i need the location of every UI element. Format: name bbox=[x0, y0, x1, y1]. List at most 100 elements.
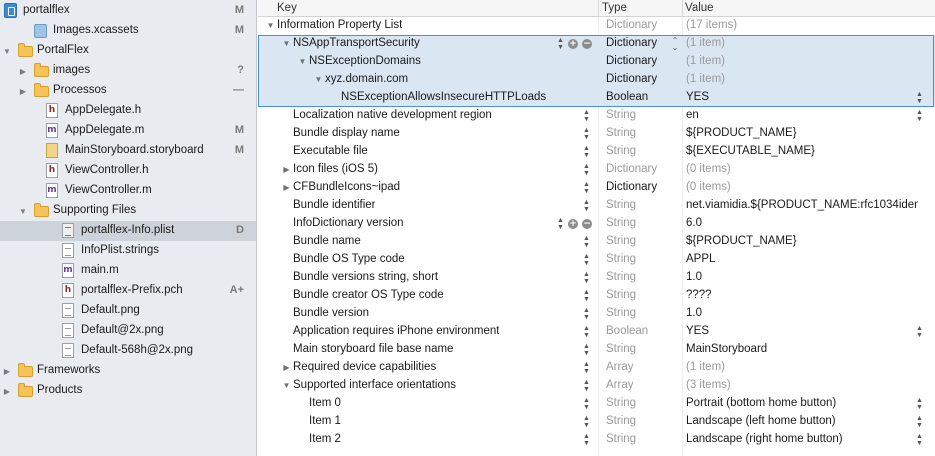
navigator-item[interactable]: ▼ Supporting Files bbox=[0, 201, 256, 221]
navigator-item[interactable]: h AppDelegate.h bbox=[0, 101, 256, 121]
navigator-item[interactable]: m AppDelegate.m M bbox=[0, 121, 256, 141]
plist-type[interactable]: Boolean bbox=[606, 91, 648, 103]
plist-type[interactable]: String bbox=[606, 433, 636, 445]
plist-row[interactable]: InfoDictionary version ▲ ▼ + − String 6.0 bbox=[258, 215, 935, 233]
plist-key[interactable]: Main storyboard file base name bbox=[293, 343, 453, 355]
key-popup-stepper-icon[interactable]: ▲ ▼ bbox=[583, 199, 590, 213]
value-popup-stepper-icon[interactable]: ▲ ▼ bbox=[916, 109, 923, 123]
navigator-item[interactable]: ▶ Products bbox=[0, 381, 256, 401]
key-popup-stepper-icon[interactable]: ▲ ▼ bbox=[557, 217, 564, 231]
key-popup-stepper-icon[interactable]: ▲ ▼ bbox=[583, 379, 590, 393]
plist-key[interactable]: Bundle version bbox=[293, 307, 369, 319]
navigator-item[interactable]: h portalflex-Prefix.pch A+ bbox=[0, 281, 256, 301]
plist-value[interactable]: (0 items) bbox=[686, 163, 918, 175]
navigator-item[interactable]: ▶ Processos — bbox=[0, 81, 256, 101]
plist-value[interactable]: ???? bbox=[686, 289, 918, 301]
plist-row[interactable]: NSExceptionAllowsInsecureHTTPLoads Boolea… bbox=[258, 89, 935, 107]
value-column-header[interactable]: Value bbox=[685, 2, 714, 14]
plist-key[interactable]: Localization native development region bbox=[293, 109, 492, 121]
value-popup-stepper-icon[interactable]: ▲ ▼ bbox=[916, 415, 923, 429]
plist-key[interactable]: Supported interface orientations bbox=[293, 379, 456, 391]
plist-value[interactable]: net.viamidia.${PRODUCT_NAME:rfc1034ident… bbox=[686, 199, 918, 211]
navigator-item[interactable]: InfoPlist.strings bbox=[0, 241, 256, 261]
disclosure-closed-icon[interactable]: ▶ bbox=[18, 86, 28, 96]
key-popup-stepper-icon[interactable]: ▲ ▼ bbox=[583, 163, 590, 177]
plist-key[interactable]: Application requires iPhone environment bbox=[293, 325, 499, 337]
disclosure-open-icon[interactable]: ▼ bbox=[282, 38, 291, 49]
plist-key[interactable]: Required device capabilities bbox=[293, 361, 436, 373]
plist-value[interactable]: 1.0 bbox=[686, 307, 918, 319]
plist-value[interactable]: (17 items) bbox=[686, 19, 918, 31]
plist-key[interactable]: Icon files (iOS 5) bbox=[293, 163, 378, 175]
plist-key[interactable]: InfoDictionary version bbox=[293, 217, 404, 229]
plist-type[interactable]: String bbox=[606, 145, 636, 157]
value-popup-stepper-icon[interactable]: ▲ ▼ bbox=[916, 433, 923, 447]
navigator-item[interactable]: m ViewController.m bbox=[0, 181, 256, 201]
key-column-header[interactable]: Key bbox=[277, 2, 297, 14]
plist-row[interactable]: ▼ NSExceptionDomains Dictionary (1 item) bbox=[258, 53, 935, 71]
plist-type[interactable]: String bbox=[606, 127, 636, 139]
plist-row[interactable]: Bundle identifier ▲ ▼ String net.viamidia.${… bbox=[258, 197, 935, 215]
plist-type[interactable]: Dictionary bbox=[606, 73, 657, 85]
plist-value[interactable]: 1.0 bbox=[686, 271, 918, 283]
type-popup-arrows-icon[interactable]: ⌃ ⌄ bbox=[671, 37, 679, 52]
plist-type[interactable]: String bbox=[606, 199, 636, 211]
navigator-item[interactable]: Default-568h@2x.png bbox=[0, 341, 256, 361]
plist-type[interactable]: Array bbox=[606, 361, 633, 373]
plist-row[interactable]: Bundle OS Type code ▲ ▼ String APPL bbox=[258, 251, 935, 269]
navigator-item[interactable]: m main.m bbox=[0, 261, 256, 281]
add-item-icon[interactable]: + bbox=[568, 219, 578, 229]
plist-value[interactable]: (1 item) bbox=[686, 55, 918, 67]
key-popup-stepper-icon[interactable]: ▲ ▼ bbox=[583, 415, 590, 429]
plist-type[interactable]: String bbox=[606, 415, 636, 427]
key-popup-stepper-icon[interactable]: ▲ ▼ bbox=[583, 253, 590, 267]
plist-type[interactable]: String bbox=[606, 253, 636, 265]
plist-row[interactable]: Bundle creator OS Type code ▲ ▼ String???? bbox=[258, 287, 935, 305]
disclosure-open-icon[interactable]: ▼ bbox=[2, 46, 12, 56]
navigator-item[interactable]: ▶ images? bbox=[0, 61, 256, 81]
disclosure-open-icon[interactable]: ▼ bbox=[314, 74, 323, 85]
plist-row[interactable]: ▼ Information Property List Dictionary (17 … bbox=[258, 17, 935, 35]
value-popup-stepper-icon[interactable]: ▲ ▼ bbox=[916, 397, 923, 411]
navigator-item[interactable]: MainStoryboard.storyboard M bbox=[0, 141, 256, 161]
disclosure-closed-icon[interactable]: ▶ bbox=[282, 182, 291, 193]
disclosure-open-icon[interactable]: ▼ bbox=[266, 20, 275, 31]
key-popup-stepper-icon[interactable]: ▲ ▼ bbox=[583, 289, 590, 303]
plist-type[interactable]: Dictionary bbox=[606, 181, 657, 193]
plist-row[interactable]: Localization native development region ▲ ▼… bbox=[258, 107, 935, 125]
plist-row[interactable]: ▼ Supported interface orientations ▲ ▼ Array… bbox=[258, 377, 935, 395]
key-popup-stepper-icon[interactable]: ▲ ▼ bbox=[583, 271, 590, 285]
column-separator[interactable] bbox=[682, 0, 683, 16]
navigator-item[interactable]: ▶ Frameworks bbox=[0, 361, 256, 381]
plist-row[interactable]: Main storyboard file base name ▲ ▼ String Ma… bbox=[258, 341, 935, 359]
plist-row[interactable]: ▼ xyz.domain.com Dictionary (1 item) bbox=[258, 71, 935, 89]
plist-value[interactable]: (1 item) bbox=[686, 361, 918, 373]
plist-key[interactable]: Information Property List bbox=[277, 19, 402, 31]
plist-value[interactable]: Portrait (bottom home button) bbox=[686, 397, 918, 409]
plist-type[interactable]: Array bbox=[606, 379, 633, 391]
plist-type[interactable]: String bbox=[606, 289, 636, 301]
plist-value[interactable]: ${PRODUCT_NAME} bbox=[686, 127, 918, 139]
navigator-item[interactable]: Images.xcassets M bbox=[0, 21, 256, 41]
plist-key[interactable]: NSAppTransportSecurity bbox=[293, 37, 420, 49]
key-popup-stepper-icon[interactable]: ▲ ▼ bbox=[557, 37, 564, 51]
plist-value[interactable]: (1 item) bbox=[686, 73, 918, 85]
plist-value[interactable]: (0 items) bbox=[686, 181, 918, 193]
type-column-header[interactable]: Type bbox=[602, 2, 627, 14]
plist-value[interactable]: APPL bbox=[686, 253, 918, 265]
plist-row[interactable]: Bundle versions string, short ▲ ▼ String 1.0 bbox=[258, 269, 935, 287]
plist-row[interactable]: Bundle name ▲ ▼ String ${PRODUCT_NAME} bbox=[258, 233, 935, 251]
value-popup-stepper-icon[interactable]: ▲ ▼ bbox=[916, 91, 923, 105]
plist-key[interactable]: NSExceptionAllowsInsecureHTTPLoads bbox=[341, 91, 546, 103]
key-popup-stepper-icon[interactable]: ▲ ▼ bbox=[583, 145, 590, 159]
disclosure-closed-icon[interactable]: ▶ bbox=[282, 164, 291, 175]
plist-value[interactable]: 6.0 bbox=[686, 217, 918, 229]
plist-row[interactable]: ▶ Icon files (iOS 5) ▲ ▼ Dictionary (0 items) bbox=[258, 161, 935, 179]
plist-value[interactable]: en bbox=[686, 109, 918, 121]
disclosure-open-icon[interactable]: ▼ bbox=[18, 206, 28, 216]
key-popup-stepper-icon[interactable]: ▲ ▼ bbox=[583, 235, 590, 249]
plist-row[interactable]: Bundle version ▲ ▼ String 1.0 bbox=[258, 305, 935, 323]
remove-item-icon[interactable]: − bbox=[582, 219, 592, 229]
value-popup-stepper-icon[interactable]: ▲ ▼ bbox=[916, 325, 923, 339]
key-popup-stepper-icon[interactable]: ▲ ▼ bbox=[583, 109, 590, 123]
